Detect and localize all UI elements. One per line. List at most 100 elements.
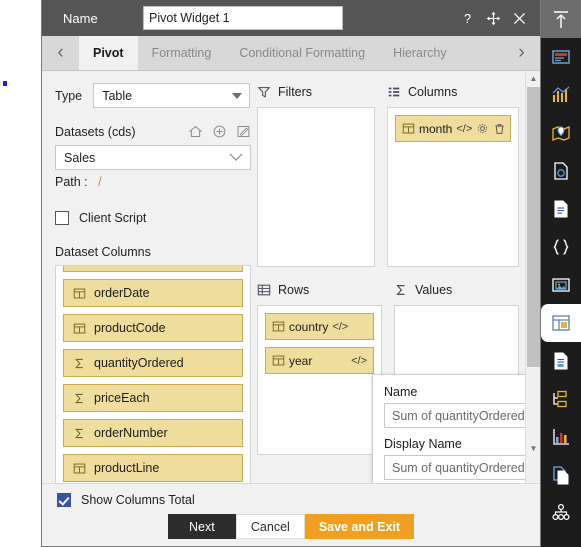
chevron-down-icon — [229, 151, 243, 165]
column-chart-icon — [550, 426, 572, 448]
dataset-column-item[interactable]: orderNumber — [63, 419, 243, 447]
rail-button-code-braces[interactable] — [541, 228, 581, 266]
dataset-select[interactable]: Sales — [55, 145, 251, 170]
client-script-checkbox-row[interactable]: Client Script — [55, 211, 250, 225]
tab-hierarchy[interactable]: Hierarchy — [379, 36, 461, 70]
rows-field-year[interactable]: year </> — [265, 347, 374, 374]
rail-button-tree-structure[interactable] — [541, 380, 581, 418]
dialog-content: Type Table Datasets (cds) Sales Path: /… — [42, 71, 525, 483]
tab-conditional-formatting[interactable]: Conditional Formatting — [225, 36, 379, 70]
code-icon[interactable]: </> — [351, 355, 367, 367]
trash-icon[interactable] — [493, 122, 506, 135]
dataset-column-label: priceEach — [94, 391, 150, 405]
rows-field-country[interactable]: country </> — [265, 313, 374, 340]
rail-button-report-doc[interactable] — [541, 342, 581, 380]
code-icon[interactable]: </> — [332, 321, 348, 333]
move-icon[interactable] — [485, 10, 502, 27]
dialog-body: Type Table Datasets (cds) Sales Path: /… — [42, 71, 540, 483]
code-icon[interactable]: </> — [456, 123, 472, 135]
rail-button-pivot-table[interactable] — [541, 304, 581, 342]
dataset-select-value: Sales — [64, 150, 96, 165]
sigma-icon — [73, 392, 86, 405]
columns-field-name: month — [419, 121, 453, 136]
collapse-up-icon — [550, 8, 572, 30]
rows-dropzone[interactable]: country </> year </> — [257, 305, 382, 455]
tabs-next-arrow[interactable]: › — [503, 36, 540, 70]
rail-button-bar-chart[interactable] — [541, 76, 581, 114]
next-button[interactable]: Next — [167, 514, 236, 539]
cancel-button[interactable]: Cancel — [235, 514, 305, 539]
pivot-widget-dialog: Name ? ‹ Pivot — [41, 0, 541, 547]
table-column-icon — [272, 354, 285, 367]
popup-name-label: Name — [384, 385, 418, 399]
sigma-icon — [396, 285, 405, 295]
copy-page-icon — [550, 464, 572, 486]
tabs-prev-arrow[interactable]: ‹ — [42, 36, 79, 70]
dataset-column-item[interactable]: productCode — [63, 314, 243, 342]
show-columns-total-label: Show Columns Total — [81, 493, 195, 507]
filters-dropzone[interactable] — [257, 107, 375, 267]
tab-formatting[interactable]: Formatting — [138, 36, 226, 70]
dialog-titlebar: Name ? — [42, 0, 540, 36]
table-column-icon — [73, 287, 86, 300]
sigma-icon — [73, 427, 86, 440]
zones-row-top: Filters Columns month </> — [257, 83, 519, 267]
widget-card-icon — [550, 46, 572, 68]
gear-icon[interactable] — [476, 122, 489, 135]
type-select[interactable]: Table — [93, 83, 250, 108]
rail-button-widget-card[interactable] — [541, 38, 581, 76]
columns-title: Columns — [408, 85, 458, 99]
home-icon[interactable] — [188, 124, 203, 139]
name-label: Name — [63, 10, 98, 26]
widget-name-input[interactable] — [143, 6, 343, 30]
rail-button-collapse-up[interactable] — [541, 0, 581, 38]
scrollbar-thumb[interactable] — [527, 87, 540, 367]
scroll-up-arrow[interactable]: ▲ — [526, 71, 540, 85]
show-columns-total-checkbox[interactable] — [57, 493, 71, 507]
popup-name-input[interactable]: Sum of quantityOrdered — [384, 403, 525, 428]
type-row: Type Table — [55, 83, 250, 108]
edit-icon[interactable] — [236, 124, 251, 139]
content-scrollbar[interactable]: ▲ ▼ — [525, 71, 540, 483]
question-mark-icon[interactable]: ? — [459, 10, 476, 27]
client-script-checkbox[interactable] — [55, 211, 69, 225]
dataset-column-label: orderDate — [94, 286, 150, 300]
dataset-column-item[interactable]: quantityOrdered — [63, 349, 243, 377]
rail-button-document-text[interactable] — [541, 190, 581, 228]
columns-dropzone[interactable]: month </> — [387, 107, 519, 267]
rail-button-prescription-rx[interactable]: R — [541, 532, 581, 547]
table-column-icon — [402, 122, 415, 135]
close-icon[interactable] — [511, 10, 528, 27]
dataset-column-item[interactable]: countryCode — [63, 266, 243, 272]
rail-button-document-image[interactable] — [541, 152, 581, 190]
dataset-column-label: quantityOrdered — [94, 356, 184, 370]
popup-display-name-input[interactable]: Sum of quantityOrdered — [384, 455, 525, 480]
rail-button-picture[interactable] — [541, 266, 581, 304]
table-column-icon — [73, 322, 86, 335]
dialog-footer: Show Columns Total Next Cancel Save and … — [42, 483, 540, 546]
rail-button-hierarchy-org[interactable] — [541, 494, 581, 532]
dataset-column-item[interactable]: priceEach — [63, 384, 243, 412]
tab-pivot[interactable]: Pivot — [79, 36, 138, 70]
bar-chart-icon — [550, 84, 572, 106]
table-column-icon — [73, 462, 86, 475]
cursor-marker — [3, 81, 7, 86]
rail-button-copy-page[interactable] — [541, 456, 581, 494]
rail-button-column-chart[interactable] — [541, 418, 581, 456]
sigma-icon — [73, 357, 86, 370]
dataset-column-item[interactable]: orderDate — [63, 279, 243, 307]
scroll-down-arrow[interactable]: ▼ — [526, 441, 540, 455]
values-header: Values — [394, 281, 519, 299]
dataset-columns-list[interactable]: countryCode orderDate productCode quantityO… — [55, 265, 251, 483]
save-and-exit-button[interactable]: Save and Exit — [304, 514, 415, 539]
dataset-column-label: orderNumber — [94, 426, 168, 440]
dataset-column-item[interactable]: productLine — [63, 454, 243, 482]
filters-zone: Filters — [257, 83, 375, 267]
columns-icon — [388, 87, 400, 97]
add-circle-icon[interactable] — [212, 124, 227, 139]
titlebar-icons: ? — [459, 10, 528, 27]
show-columns-total-row[interactable]: Show Columns Total — [57, 493, 195, 507]
columns-field-month[interactable]: month </> — [395, 115, 511, 142]
rail-button-map-pin[interactable] — [541, 114, 581, 152]
document-image-icon — [550, 160, 572, 182]
